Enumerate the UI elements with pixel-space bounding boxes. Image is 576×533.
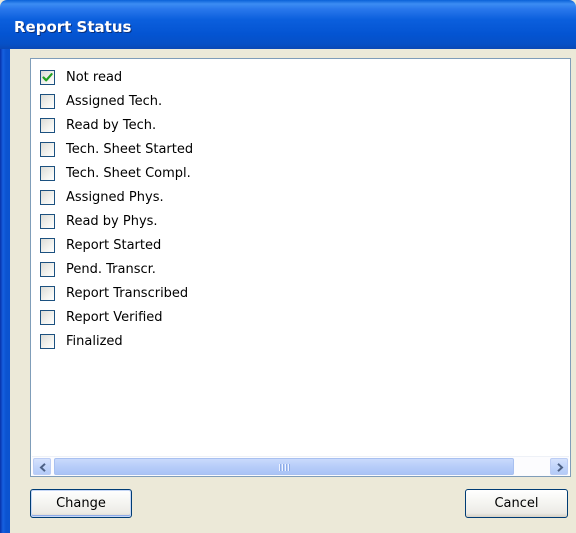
checkmark-icon [42,73,53,82]
cancel-button[interactable]: Cancel [465,489,568,518]
status-checkbox[interactable] [40,334,55,349]
arrow-left-icon [39,463,46,472]
status-checkbox[interactable] [40,70,55,85]
status-label: Finalized [66,334,123,349]
change-button[interactable]: Change [30,489,132,518]
status-label: Read by Tech. [66,118,157,133]
title-bar[interactable]: Report Status [0,0,576,49]
status-checkbox[interactable] [40,190,55,205]
status-checkbox[interactable] [40,166,55,181]
status-checkbox[interactable] [40,214,55,229]
window-frame-left [0,49,10,533]
status-checkbox[interactable] [40,94,55,109]
status-item-report-verified[interactable]: Report Verified [40,307,340,327]
status-label: Not read [66,70,123,85]
status-item-assigned-phys[interactable]: Assigned Phys. [40,187,340,207]
status-item-tech-sheet-compl[interactable]: Tech. Sheet Compl. [40,163,340,183]
status-item-read-by-tech[interactable]: Read by Tech. [40,115,340,135]
status-item-not-read[interactable]: Not read [40,67,340,87]
status-checkbox[interactable] [40,262,55,277]
status-label: Report Transcribed [66,286,189,301]
window-title: Report Status [14,18,132,36]
report-status-dialog: Report Status Not read Assigned Tech. Re… [0,0,576,533]
scroll-right-button[interactable] [550,458,568,475]
status-checkbox[interactable] [40,310,55,325]
status-item-finalized[interactable]: Finalized [40,331,340,351]
status-items: Not read Assigned Tech. Read by Tech. Te… [31,59,570,455]
status-item-pend-transcr[interactable]: Pend. Transcr. [40,259,340,279]
status-label: Tech. Sheet Started [66,142,194,157]
status-checkbox[interactable] [40,118,55,133]
scroll-thumb[interactable] [54,458,514,475]
status-label: Assigned Tech. [66,94,163,109]
status-label: Pend. Transcr. [66,262,156,277]
status-label: Assigned Phys. [66,190,164,205]
status-label: Tech. Sheet Compl. [66,166,191,181]
horizontal-scrollbar[interactable] [32,456,569,476]
arrow-right-icon [557,463,564,472]
status-checkbox[interactable] [40,238,55,253]
status-label: Report Verified [66,310,163,325]
scroll-thumb-grip [279,464,291,471]
status-item-report-transcribed[interactable]: Report Transcribed [40,283,340,303]
status-label: Read by Phys. [66,214,158,229]
status-checkbox[interactable] [40,286,55,301]
report-status-list[interactable]: Not read Assigned Tech. Read by Tech. Te… [30,58,571,477]
status-item-tech-sheet-started[interactable]: Tech. Sheet Started [40,139,340,159]
status-item-assigned-tech[interactable]: Assigned Tech. [40,91,340,111]
status-item-read-by-phys[interactable]: Read by Phys. [40,211,340,231]
status-checkbox[interactable] [40,142,55,157]
status-item-report-started[interactable]: Report Started [40,235,340,255]
scroll-left-button[interactable] [33,458,51,475]
status-label: Report Started [66,238,162,253]
